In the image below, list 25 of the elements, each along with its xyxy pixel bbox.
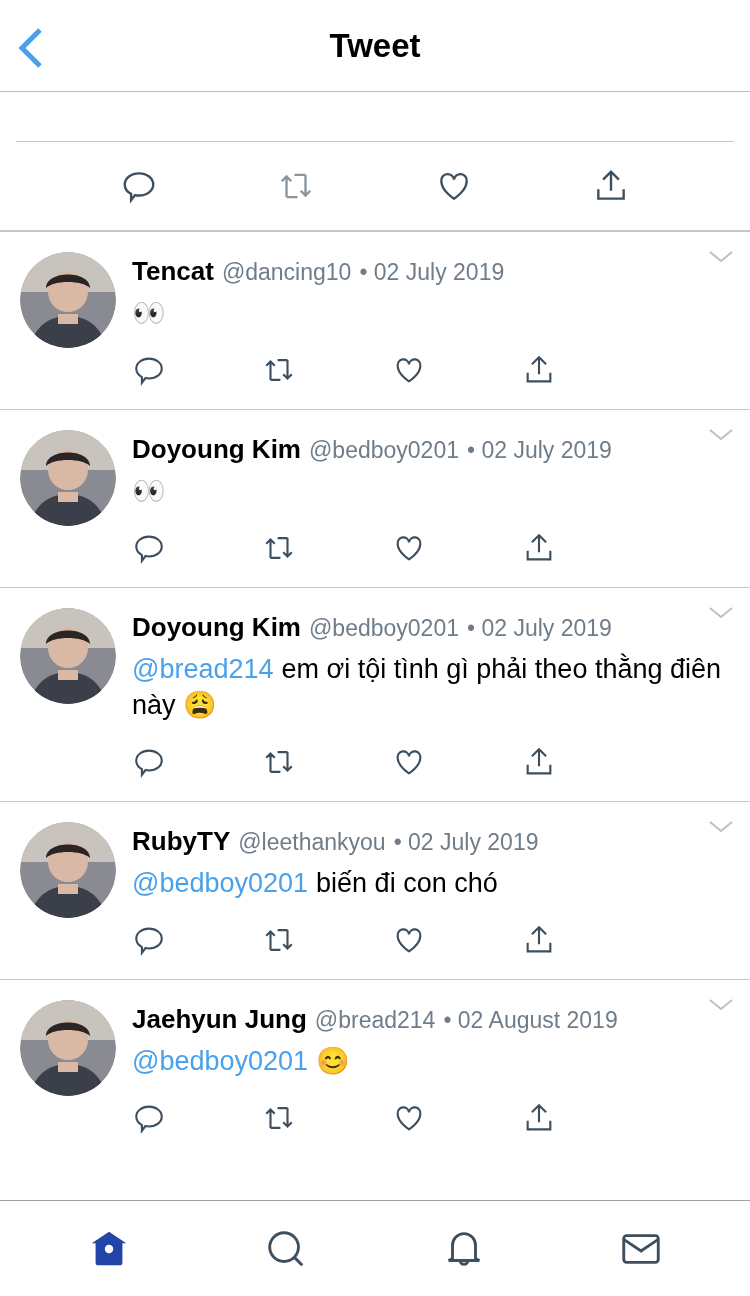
reply-date: • 02 August 2019 <box>443 1006 618 1035</box>
reply-date: • 02 July 2019 <box>467 436 612 465</box>
reply-date: • 02 July 2019 <box>359 258 505 287</box>
author-name: Doyoung Kim <box>132 433 301 466</box>
reply-text: @bedboy0201 😊 <box>132 1045 351 1078</box>
mention-link[interactable]: @bedboy0201 <box>132 868 309 898</box>
page-title: Tweet <box>329 25 421 66</box>
author-handle: @bedboy0201 <box>309 436 459 465</box>
reply-date: • 02 July 2019 <box>393 828 539 857</box>
reply-text: @bread214 em ơi tội tình gì phải theo thằng điên này 😩 <box>132 652 723 722</box>
author-name: Jaehyun Jung <box>132 1003 307 1036</box>
author-handle: @leethankyou <box>238 828 386 857</box>
mention-link[interactable]: @bread214 <box>132 654 274 684</box>
author-name: RubyTY <box>132 825 231 858</box>
author-handle: @bread214 <box>314 1006 436 1035</box>
back-icon[interactable] <box>16 26 44 70</box>
reply-text: 👀 <box>132 297 166 330</box>
reply-date: • 02 July 2019 <box>467 614 612 643</box>
mention-link[interactable]: @bedboy0201 <box>132 1046 309 1076</box>
reply-text: 👀 <box>132 475 166 508</box>
author-name: Tencat <box>132 255 214 288</box>
author-name: Doyoung Kim <box>132 611 301 644</box>
author-handle: @bedboy0201 <box>309 614 459 643</box>
reply-text: @bedboy0201 biến đi con chó <box>132 867 498 900</box>
author-handle: @dancing10 <box>221 258 352 287</box>
